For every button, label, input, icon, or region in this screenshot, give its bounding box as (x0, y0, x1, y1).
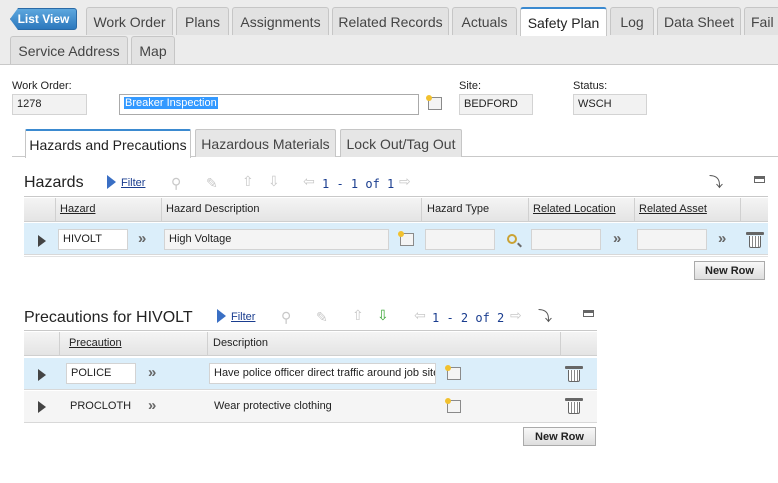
precaution-description-cell[interactable]: Wear protective clothing (214, 400, 332, 412)
precaution-cell[interactable]: PROCLOTH (70, 400, 131, 412)
detail-chevron-icon[interactable]: » (613, 230, 622, 247)
filter-icon[interactable] (107, 175, 116, 189)
trash-icon[interactable] (565, 366, 583, 382)
long-description-icon[interactable] (445, 398, 461, 413)
minimize-icon[interactable] (754, 176, 765, 183)
clear-filter-icon[interactable]: ✎ (316, 310, 328, 324)
col-hazard-description: Hazard Description (166, 203, 260, 215)
site-label: Site: (459, 80, 482, 92)
minimize-icon[interactable] (583, 310, 594, 317)
download-icon[interactable]: ⤵ (538, 309, 552, 323)
col-hazard-type: Hazard Type (427, 203, 490, 215)
hazards-new-row-button[interactable]: New Row (694, 261, 765, 280)
next-page-icon[interactable]: ⇨ (510, 308, 522, 322)
table-row[interactable]: PROCLOTH » Wear protective clothing (24, 391, 597, 423)
trash-icon[interactable] (746, 232, 764, 248)
status-field[interactable]: WSCH (573, 94, 647, 115)
precautions-filter-link[interactable]: Filter (231, 311, 255, 323)
table-row[interactable]: HIVOLT » High Voltage » » (24, 223, 768, 255)
precautions-title: Precautions for HIVOLT (24, 309, 193, 326)
col-related-location[interactable]: Related Location (533, 203, 616, 215)
detail-chevron-icon[interactable]: » (148, 397, 157, 414)
tab-failure[interactable]: Fail (744, 7, 778, 35)
col-separator (740, 198, 741, 222)
tab-map[interactable]: Map (131, 36, 175, 64)
subtab-hazardous-materials[interactable]: Hazardous Materials (195, 129, 336, 157)
down-arrow-icon[interactable]: ⇩ (268, 174, 280, 188)
tab-service-address[interactable]: Service Address (10, 36, 128, 64)
detail-chevron-icon[interactable]: » (138, 230, 147, 247)
subtab-lockout-tagout[interactable]: Lock Out/Tag Out (340, 129, 462, 157)
expand-row-icon[interactable] (38, 401, 46, 413)
long-description-icon[interactable] (426, 95, 442, 110)
precautions-table-header: Precaution Description (24, 332, 597, 356)
col-separator (421, 198, 422, 222)
tab-log[interactable]: Log (610, 7, 654, 35)
detail-chevron-icon[interactable]: » (148, 364, 157, 381)
col-hazard[interactable]: Hazard (60, 203, 95, 215)
hazards-divider (24, 196, 768, 197)
hazard-cell[interactable]: HIVOLT (58, 229, 128, 250)
trash-icon[interactable] (565, 398, 583, 414)
subtab-hazards-precautions[interactable]: Hazards and Precautions (25, 129, 191, 158)
hazards-row-count: 1 - 1 of 1 (322, 177, 395, 191)
col-separator (59, 332, 60, 356)
related-asset-cell[interactable] (637, 229, 707, 250)
tab-actuals[interactable]: Actuals (452, 7, 517, 35)
long-description-icon[interactable] (398, 231, 414, 246)
precautions-new-row-button[interactable]: New Row (523, 427, 596, 446)
previous-page-icon[interactable]: ⇦ (414, 308, 426, 322)
hazards-footer-line (24, 256, 768, 257)
next-page-icon[interactable]: ⇨ (399, 174, 411, 188)
work-order-field[interactable]: 1278 (12, 94, 87, 115)
precautions-divider (24, 330, 597, 331)
col-separator (528, 198, 529, 222)
col-separator (207, 332, 208, 356)
tab-data-sheet[interactable]: Data Sheet (657, 7, 741, 35)
search-icon[interactable]: ⚲ (171, 176, 181, 190)
magnifier-icon[interactable] (507, 234, 517, 244)
site-field[interactable]: BEDFORD (459, 94, 533, 115)
tab-work-order[interactable]: Work Order (86, 7, 173, 35)
tab-safety-plan[interactable]: Safety Plan (520, 7, 607, 36)
download-icon[interactable]: ⤵ (709, 175, 723, 189)
hazards-filter-link[interactable]: Filter (121, 177, 145, 189)
hazards-title: Hazards (24, 174, 84, 191)
top-tab-bar: List View Work Order Plans Assignments R… (0, 0, 778, 65)
work-order-label: Work Order: (12, 80, 72, 92)
col-precaution[interactable]: Precaution (69, 337, 122, 349)
expand-row-icon[interactable] (38, 369, 46, 381)
hazard-description-cell[interactable]: High Voltage (164, 229, 389, 250)
up-arrow-icon[interactable]: ⇧ (242, 174, 254, 188)
precaution-cell[interactable]: POLICE (66, 363, 136, 384)
long-description-icon[interactable] (445, 365, 461, 380)
precautions-row-count: 1 - 2 of 2 (432, 311, 505, 325)
description-value: Breaker Inspection (124, 97, 218, 109)
tab-related-records[interactable]: Related Records (332, 7, 449, 35)
up-arrow-icon[interactable]: ⇧ (352, 308, 364, 322)
clear-filter-icon[interactable]: ✎ (206, 176, 218, 190)
status-label: Status: (573, 80, 608, 92)
col-description: Description (213, 337, 269, 349)
hazard-type-cell[interactable] (425, 229, 495, 250)
related-location-cell[interactable] (531, 229, 601, 250)
search-icon[interactable]: ⚲ (281, 310, 291, 324)
col-separator (161, 198, 162, 222)
filter-icon[interactable] (217, 309, 226, 323)
detail-chevron-icon[interactable]: » (718, 230, 727, 247)
tab-assignments[interactable]: Assignments (232, 7, 329, 35)
description-field[interactable]: Breaker Inspection (119, 94, 419, 115)
table-row[interactable]: POLICE » Have police officer direct traf… (24, 358, 597, 390)
previous-page-icon[interactable]: ⇦ (303, 174, 315, 188)
col-separator (634, 198, 635, 222)
col-separator (55, 198, 56, 222)
col-separator (560, 332, 561, 356)
hazards-table-header: Hazard Hazard Description Hazard Type Re… (24, 198, 768, 222)
down-arrow-icon[interactable]: ⇩ (377, 308, 389, 322)
expand-row-icon[interactable] (38, 235, 46, 247)
list-view-button[interactable]: List View (10, 8, 77, 30)
col-related-asset[interactable]: Related Asset (639, 203, 707, 215)
tab-plans[interactable]: Plans (176, 7, 229, 35)
precaution-description-cell[interactable]: Have police officer direct traffic aroun… (209, 363, 436, 384)
